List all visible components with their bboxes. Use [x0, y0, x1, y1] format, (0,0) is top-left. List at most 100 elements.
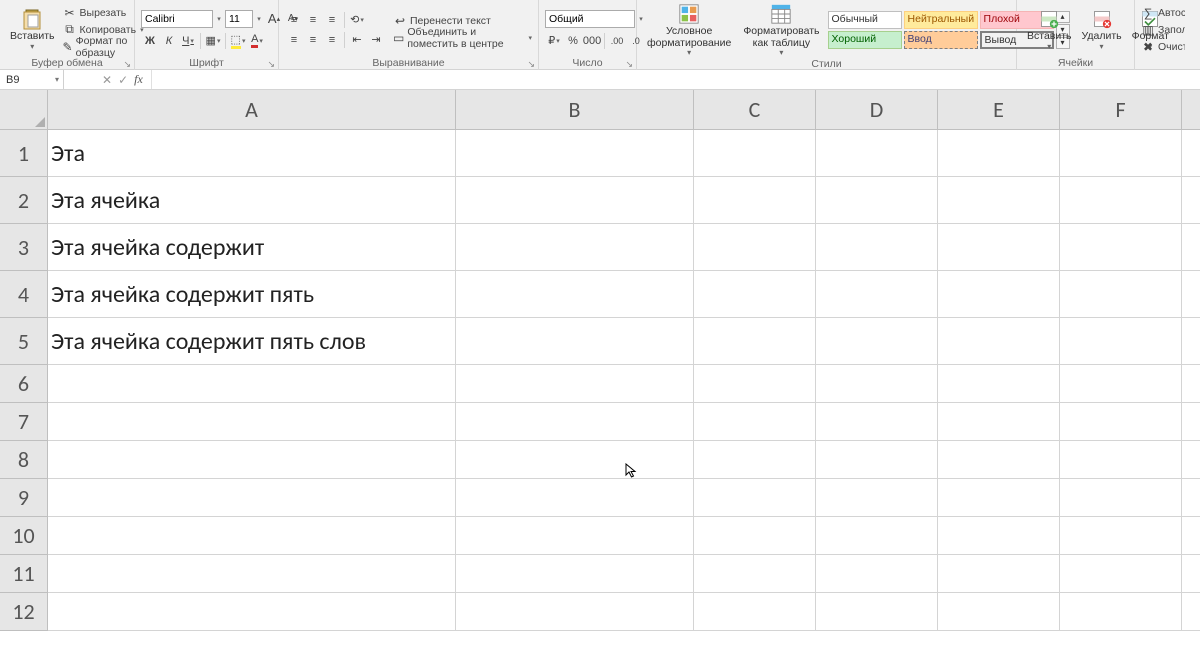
cell[interactable]: [694, 441, 816, 478]
cell[interactable]: [816, 130, 938, 176]
cell[interactable]: [816, 365, 938, 402]
row-header[interactable]: 4: [0, 271, 47, 318]
align-center-button[interactable]: ≡: [304, 31, 322, 49]
cell[interactable]: [694, 271, 816, 317]
cell[interactable]: [456, 177, 694, 223]
col-header-A[interactable]: A: [48, 90, 456, 129]
align-left-button[interactable]: ≡: [285, 31, 303, 49]
format-painter-button[interactable]: ✎ Формат по образцу: [63, 39, 144, 54]
font-color-button[interactable]: A: [248, 32, 266, 50]
col-header-F[interactable]: F: [1060, 90, 1182, 129]
row-header[interactable]: 12: [0, 593, 47, 631]
cell[interactable]: [1060, 555, 1182, 592]
cell[interactable]: [694, 224, 816, 270]
cell[interactable]: [1060, 224, 1182, 270]
cell[interactable]: [456, 441, 694, 478]
cancel-formula-button[interactable]: ✕: [102, 73, 112, 87]
cell[interactable]: [48, 365, 456, 402]
cell[interactable]: [456, 479, 694, 516]
cell-A3[interactable]: Эта ячейка содержит: [48, 224, 456, 270]
col-header-C[interactable]: C: [694, 90, 816, 129]
cell[interactable]: [456, 593, 694, 630]
row-header[interactable]: 8: [0, 441, 47, 479]
align-bottom-button[interactable]: ≡: [323, 11, 341, 29]
comma-format-button[interactable]: 000: [583, 32, 601, 50]
italic-button[interactable]: К: [160, 32, 178, 50]
cell[interactable]: [1060, 479, 1182, 516]
cell[interactable]: [938, 441, 1060, 478]
cell-A1[interactable]: Эта: [48, 130, 456, 176]
row-header[interactable]: 6: [0, 365, 47, 403]
align-middle-button[interactable]: ≡: [304, 11, 322, 29]
cell[interactable]: [816, 403, 938, 440]
cell[interactable]: [938, 479, 1060, 516]
cell[interactable]: [1060, 517, 1182, 554]
chevron-down-icon[interactable]: ▾: [55, 75, 59, 84]
fill-button[interactable]: ▥Заполн: [1141, 22, 1185, 37]
dialog-launcher-icon[interactable]: ↘: [527, 59, 535, 70]
cell[interactable]: [48, 517, 456, 554]
cell[interactable]: [938, 403, 1060, 440]
font-size-input[interactable]: [225, 10, 253, 28]
cell[interactable]: [938, 271, 1060, 317]
align-top-button[interactable]: ≡: [285, 11, 303, 29]
border-button[interactable]: ▦: [204, 32, 222, 50]
cell[interactable]: [816, 177, 938, 223]
cell[interactable]: [938, 517, 1060, 554]
cell[interactable]: [48, 555, 456, 592]
cell[interactable]: [456, 271, 694, 317]
row-header[interactable]: 11: [0, 555, 47, 593]
cell-B1[interactable]: [456, 130, 694, 176]
cell[interactable]: [48, 441, 456, 478]
name-box[interactable]: B9▾: [0, 70, 64, 89]
col-header-D[interactable]: D: [816, 90, 938, 129]
cell[interactable]: [938, 593, 1060, 630]
decrease-indent-button[interactable]: ⇤: [348, 31, 366, 49]
cell[interactable]: [456, 318, 694, 364]
delete-cells-button[interactable]: Удалить▾: [1078, 7, 1126, 51]
cell-A5[interactable]: Эта ячейка содержит пять слов: [48, 318, 456, 364]
insert-cells-button[interactable]: Вставить▾: [1023, 7, 1076, 51]
increase-indent-button[interactable]: ⇥: [367, 31, 385, 49]
row-header[interactable]: 10: [0, 517, 47, 555]
style-neutral[interactable]: Нейтральный: [904, 11, 978, 29]
cells-area[interactable]: Эта Эта ячейка Эта ячейка содержит Эта я…: [48, 130, 1200, 650]
format-as-table-button[interactable]: Форматировать как таблицу▾: [739, 2, 823, 58]
dialog-launcher-icon[interactable]: ↘: [123, 59, 131, 70]
cell[interactable]: [1060, 130, 1182, 176]
cell[interactable]: [456, 365, 694, 402]
accounting-format-button[interactable]: ₽: [545, 32, 563, 50]
cell[interactable]: [694, 177, 816, 223]
cell[interactable]: [816, 593, 938, 630]
cell[interactable]: [694, 593, 816, 630]
cell[interactable]: [694, 130, 816, 176]
cell[interactable]: [816, 271, 938, 317]
cell[interactable]: [938, 555, 1060, 592]
cell[interactable]: [694, 555, 816, 592]
bold-button[interactable]: Ж: [141, 32, 159, 50]
percent-format-button[interactable]: %: [564, 32, 582, 50]
chevron-down-icon[interactable]: ▾: [254, 10, 264, 28]
row-header[interactable]: 2: [0, 177, 47, 224]
formula-input[interactable]: [152, 70, 1200, 89]
orientation-button[interactable]: ⟲: [348, 11, 366, 29]
cell[interactable]: [816, 517, 938, 554]
underline-button[interactable]: Ч: [179, 32, 197, 50]
conditional-formatting-button[interactable]: Условное форматирование▾: [643, 2, 735, 58]
row-header[interactable]: 1: [0, 130, 47, 177]
cell[interactable]: [48, 403, 456, 440]
select-all-corner[interactable]: [0, 90, 48, 130]
style-input[interactable]: Ввод: [904, 31, 978, 49]
cell[interactable]: [1060, 403, 1182, 440]
cell[interactable]: [456, 403, 694, 440]
cell-A4[interactable]: Эта ячейка содержит пять: [48, 271, 456, 317]
cell[interactable]: [1060, 441, 1182, 478]
cell[interactable]: [816, 224, 938, 270]
cell[interactable]: [1060, 318, 1182, 364]
cell[interactable]: [456, 224, 694, 270]
cell[interactable]: [938, 318, 1060, 364]
autosum-button[interactable]: ∑Автосу: [1141, 5, 1185, 20]
cell[interactable]: [694, 318, 816, 364]
enter-formula-button[interactable]: ✓: [118, 73, 128, 87]
cell[interactable]: [694, 517, 816, 554]
